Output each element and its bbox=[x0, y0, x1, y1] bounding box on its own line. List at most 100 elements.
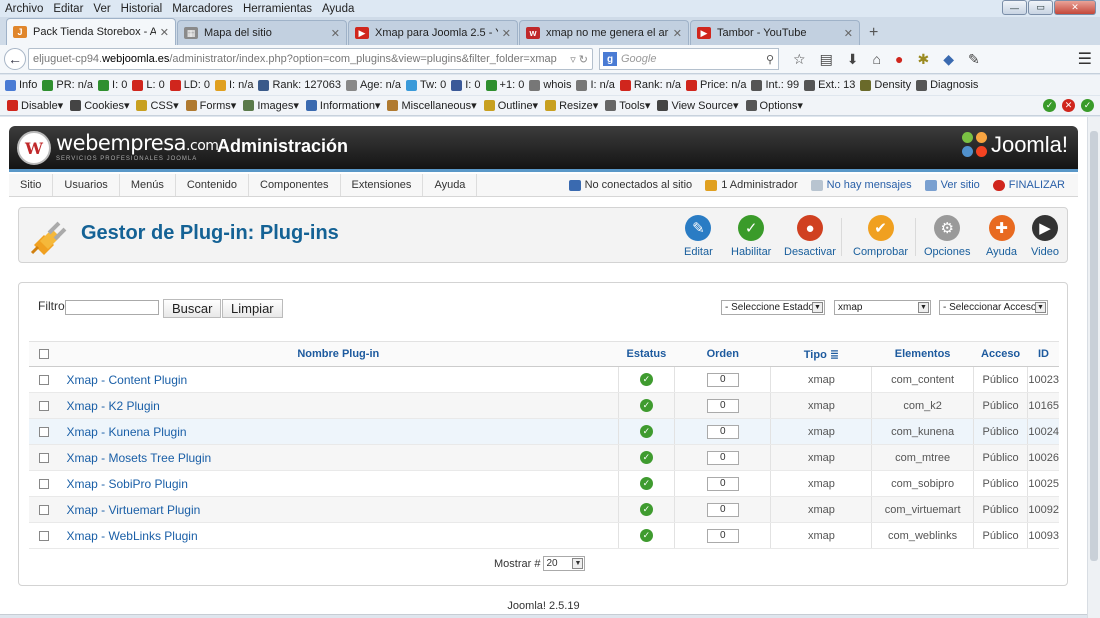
state-select[interactable]: - Seleccione Estado - ▼ bbox=[721, 300, 825, 315]
search-icon[interactable]: ⚲ bbox=[766, 53, 774, 66]
admin-menu-componentes[interactable]: Componentes bbox=[249, 174, 341, 196]
enable-button[interactable]: ✓ Habilitar bbox=[731, 215, 771, 258]
row-checkbox[interactable] bbox=[29, 418, 59, 445]
adblock-icon[interactable]: ● bbox=[895, 51, 903, 68]
row-checkbox[interactable] bbox=[29, 392, 59, 419]
webdev-menu-item[interactable]: Resize▾ bbox=[545, 99, 598, 112]
help-button[interactable]: ✚ Ayuda bbox=[986, 215, 1017, 258]
seo-item[interactable]: +1: 0 bbox=[485, 79, 524, 91]
select-all-checkbox[interactable] bbox=[29, 341, 59, 367]
browser-tab[interactable]: w xmap no me genera el arb... ✕ bbox=[519, 20, 689, 45]
admin-menu-menus[interactable]: Menús bbox=[120, 174, 176, 196]
plugin-name-link[interactable]: Xmap - WebLinks Plugin bbox=[58, 522, 619, 549]
order-input[interactable]: 0 bbox=[706, 372, 739, 387]
menu-editar[interactable]: Editar bbox=[48, 3, 88, 15]
reload-icon[interactable]: ▿ ↻ bbox=[570, 53, 588, 66]
seo-item[interactable]: Age: n/a bbox=[345, 79, 401, 91]
col-id[interactable]: ID bbox=[1027, 341, 1059, 367]
col-order[interactable]: Orden bbox=[674, 341, 771, 367]
col-access[interactable]: Acceso bbox=[973, 341, 1028, 367]
admin-menu-sitio[interactable]: Sitio bbox=[9, 174, 54, 196]
webdev-menu-item[interactable]: Outline▾ bbox=[483, 99, 538, 112]
menu-ayuda[interactable]: Ayuda bbox=[317, 3, 359, 15]
order-input[interactable]: 0 bbox=[706, 450, 739, 465]
seo-item[interactable]: I: n/a bbox=[576, 79, 615, 91]
addon-icon[interactable]: ◆ bbox=[943, 51, 954, 68]
seo-item[interactable]: Tw: 0 bbox=[405, 79, 446, 91]
search-button[interactable]: Buscar bbox=[163, 299, 222, 318]
col-element[interactable]: Elementos bbox=[871, 341, 974, 367]
order-input[interactable]: 0 bbox=[706, 502, 739, 517]
webdev-menu-item[interactable]: Miscellaneous▾ bbox=[387, 99, 477, 112]
webdev-menu-item[interactable]: Cookies▾ bbox=[70, 99, 129, 112]
webdev-menu-item[interactable]: Images▾ bbox=[243, 99, 299, 112]
order-input[interactable]: 0 bbox=[706, 398, 739, 413]
browser-tab[interactable]: J Pack Tienda Storebox - Ad... ✕ bbox=[6, 18, 176, 45]
browser-tab[interactable]: ▶ Tambor - YouTube ✕ bbox=[690, 20, 860, 45]
admin-menu-extensiones[interactable]: Extensiones bbox=[341, 174, 424, 196]
seo-item[interactable]: I: 0 bbox=[98, 79, 127, 91]
seo-item[interactable]: Ext.: 13 bbox=[804, 79, 855, 91]
minimize-button[interactable]: — bbox=[1002, 0, 1027, 15]
webdev-menu-item[interactable]: CSS▾ bbox=[136, 99, 179, 112]
menu-icon[interactable]: ☰ bbox=[1078, 49, 1092, 69]
webdev-menu-item[interactable]: Disable▾ bbox=[7, 99, 63, 112]
error-icon[interactable]: ✕ bbox=[1062, 99, 1075, 112]
webdev-menu-item[interactable]: Forms▾ bbox=[185, 99, 236, 112]
enabled-check-icon[interactable]: ✓ bbox=[639, 529, 653, 542]
scrollbar-thumb[interactable] bbox=[1090, 131, 1098, 561]
seo-item[interactable]: Price: n/a bbox=[686, 79, 746, 91]
url-bar[interactable]: eljuguet-cp94. webjoomla.es/administrator… bbox=[28, 48, 593, 70]
download-icon[interactable]: ⬇ bbox=[847, 51, 859, 68]
browser-tab[interactable]: ▶ Xmap para Joomla 2.5 - Yo... ✕ bbox=[348, 20, 518, 45]
seo-item[interactable]: PR: n/a bbox=[42, 79, 93, 91]
enabled-check-icon[interactable]: ✓ bbox=[639, 503, 653, 516]
seo-item[interactable]: L: 0 bbox=[132, 79, 165, 91]
limit-select[interactable]: 20 ▼ bbox=[543, 556, 586, 571]
options-button[interactable]: ⚙ Opciones bbox=[924, 215, 970, 258]
admin-menu-ayuda[interactable]: Ayuda bbox=[423, 174, 478, 196]
bookmark-star-icon[interactable]: ☆ bbox=[793, 51, 806, 68]
close-tab-icon[interactable]: ✕ bbox=[331, 27, 340, 40]
row-checkbox[interactable] bbox=[29, 496, 59, 523]
admin-menu-contenido[interactable]: Contenido bbox=[176, 174, 249, 196]
new-tab-icon[interactable]: + bbox=[861, 24, 886, 45]
check-icon[interactable]: ✓ bbox=[1043, 99, 1056, 112]
seo-item[interactable]: Rank: 127063 bbox=[258, 79, 341, 91]
plugin-name-link[interactable]: Xmap - Content Plugin bbox=[58, 366, 619, 393]
seo-item[interactable]: Int.: 99 bbox=[751, 79, 799, 91]
webdev-menu-item[interactable]: Options▾ bbox=[745, 99, 803, 112]
webdev-menu-item[interactable]: Tools▾ bbox=[605, 99, 650, 112]
col-type[interactable]: Tipo ≣ bbox=[770, 341, 872, 367]
plugin-name-link[interactable]: Xmap - Mosets Tree Plugin bbox=[58, 444, 619, 471]
close-tab-icon[interactable]: ✕ bbox=[844, 27, 853, 40]
plugin-name-link[interactable]: Xmap - K2 Plugin bbox=[58, 392, 619, 419]
home-icon[interactable]: ⌂ bbox=[873, 51, 881, 68]
video-button[interactable]: ▶ Video bbox=[1031, 215, 1059, 258]
row-checkbox[interactable] bbox=[29, 522, 59, 549]
menu-herramientas[interactable]: Herramientas bbox=[238, 3, 317, 15]
search-input[interactable]: g Google ⚲ bbox=[599, 48, 779, 70]
close-window-button[interactable]: ✕ bbox=[1054, 0, 1096, 15]
close-tab-icon[interactable]: ✕ bbox=[160, 26, 169, 39]
plugin-name-link[interactable]: Xmap - Kunena Plugin bbox=[58, 418, 619, 445]
enabled-check-icon[interactable]: ✓ bbox=[639, 399, 653, 412]
browser-tab[interactable]: ▦ Mapa del sitio ✕ bbox=[177, 20, 347, 45]
webdev-menu-item[interactable]: Information▾ bbox=[305, 99, 380, 112]
back-button[interactable]: ← bbox=[4, 48, 26, 70]
webdev-menu-item[interactable]: View Source▾ bbox=[657, 99, 739, 112]
row-checkbox[interactable] bbox=[29, 366, 59, 393]
seo-item[interactable]: Diagnosis bbox=[916, 79, 978, 91]
disable-button[interactable]: ● Desactivar bbox=[784, 215, 836, 258]
col-status[interactable]: Estatus bbox=[618, 341, 675, 367]
access-select[interactable]: - Seleccionar Acceso - ▼ bbox=[939, 300, 1048, 315]
type-select[interactable]: xmap ▼ bbox=[834, 300, 931, 315]
enabled-check-icon[interactable]: ✓ bbox=[639, 451, 653, 464]
extension-icon[interactable]: ✱ bbox=[917, 51, 929, 68]
edit-button[interactable]: ✎ Editar bbox=[684, 215, 713, 258]
col-name[interactable]: Nombre Plug-in bbox=[58, 341, 619, 367]
row-checkbox[interactable] bbox=[29, 444, 59, 471]
enabled-check-icon[interactable]: ✓ bbox=[639, 477, 653, 490]
maximize-button[interactable]: ▭ bbox=[1028, 0, 1053, 15]
seo-item[interactable]: I: 0 bbox=[451, 79, 481, 91]
